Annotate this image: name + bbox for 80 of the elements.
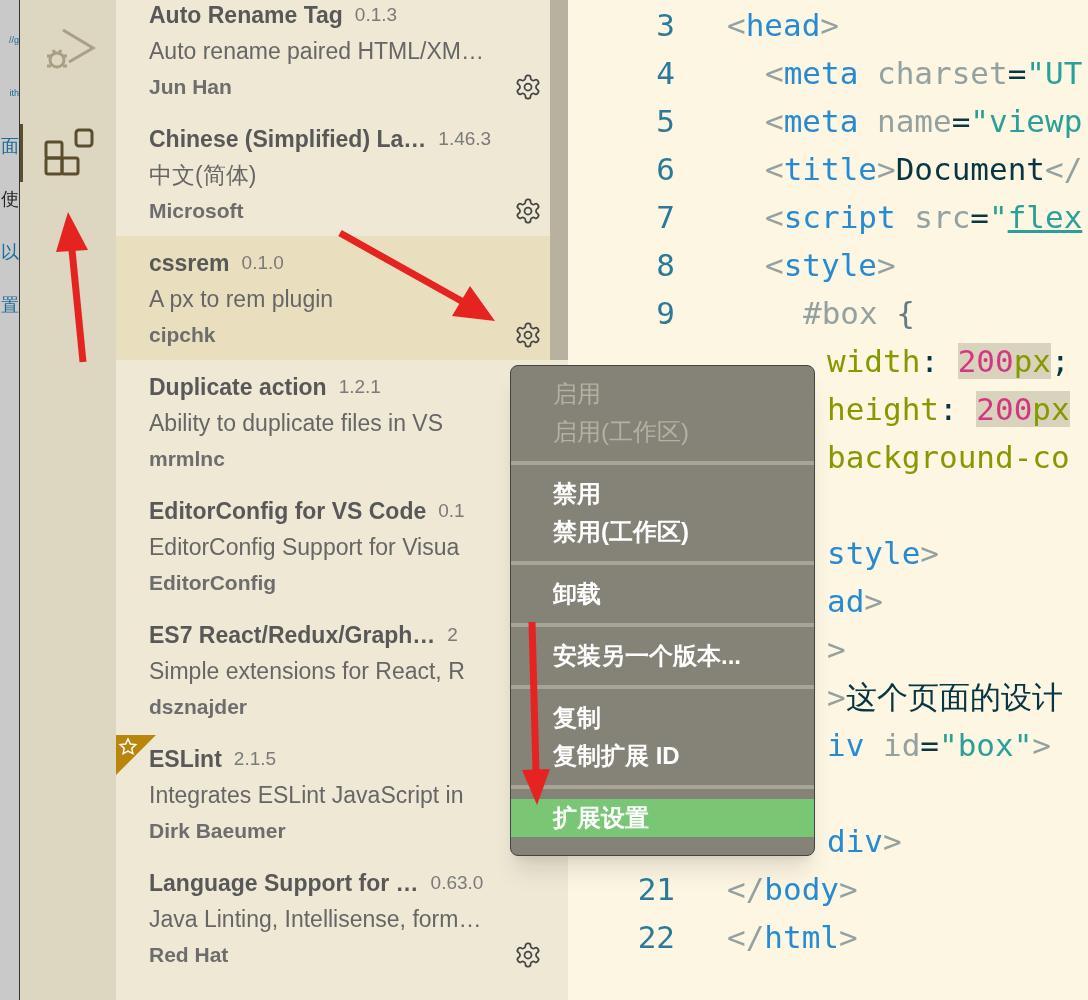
extension-publisher: cipchk	[149, 322, 216, 349]
line-number: 21	[637, 869, 675, 909]
extension-version: 0.1.0	[241, 250, 284, 275]
extension-description: A px to rem plugin	[149, 284, 334, 314]
code-line: width: 200px;	[827, 341, 1070, 381]
code-line: </html>	[727, 917, 858, 957]
code-line: #box {	[803, 293, 915, 333]
extension-version: 2.1.5	[233, 746, 277, 771]
settings-icon[interactable]	[514, 197, 542, 225]
line-number: 9	[656, 293, 675, 333]
extensions-icon[interactable]	[43, 128, 96, 178]
extension-item[interactable]: Language Support for … 0.63.0 Java Linting, Intellisense, form… Red Hat	[116, 856, 550, 980]
code-line: >	[827, 629, 846, 669]
code-line: <head>	[727, 5, 839, 45]
code-line: div>	[827, 821, 902, 861]
line-number: 22	[637, 917, 675, 957]
extension-name: Auto Rename Tag	[149, 0, 343, 30]
extension-name: EditorConfig for VS Code	[149, 496, 427, 526]
extension-name: Chinese (Simplified) La…	[149, 124, 427, 154]
menu-item[interactable]: 禁用(工作区)	[511, 513, 814, 551]
code-line: <meta charset="UT	[765, 53, 1083, 93]
extension-name: ES7 React/Redux/Graph…	[149, 620, 436, 650]
line-number: 5	[656, 101, 675, 141]
menu-item[interactable]: 安装另一个版本...	[511, 637, 814, 675]
settings-icon[interactable]	[514, 321, 542, 349]
extension-publisher: Dirk Baeumer	[149, 818, 286, 845]
line-number: 3	[656, 5, 675, 45]
extension-description: Java Linting, Intellisense, form…	[149, 904, 482, 934]
code-line: iv id="box">	[827, 725, 1051, 765]
code-line: <style>	[765, 245, 896, 285]
code-line: ad>	[827, 581, 883, 621]
text-fragment: //g	[9, 33, 19, 47]
text-fragment: 以	[1, 241, 19, 264]
extension-name: Duplicate action	[149, 372, 327, 402]
extension-version: 1.46.3	[438, 126, 492, 151]
extension-item[interactable]: Chinese (Simplified) La… 1.46.3 中文(简体) Microsoft	[116, 112, 550, 236]
extension-version: 2	[447, 622, 458, 647]
text-fragment: 置	[1, 294, 19, 317]
extension-publisher: Microsoft	[149, 198, 244, 225]
extension-publisher: dsznajder	[149, 694, 248, 721]
extension-publisher: mrmlnc	[149, 446, 225, 473]
code-line: <meta name="viewp	[765, 101, 1083, 141]
extension-name: cssrem	[149, 248, 230, 278]
scrollbar-thumb[interactable]	[550, 0, 568, 360]
line-number: 6	[656, 149, 675, 189]
extension-publisher: EditorConfig	[149, 570, 277, 597]
extension-version: 0.1.3	[354, 2, 398, 27]
extension-description: Ability to duplicate files in VS	[149, 408, 444, 438]
extension-item[interactable]: Auto Rename Tag 0.1.3 Auto rename paired HTML/XM… Jun Han	[116, 0, 550, 112]
menu-item[interactable]: 扩展设置	[511, 799, 814, 837]
extension-description: Integrates ESLint JavaScript in	[149, 780, 464, 810]
extension-name: Language Support for …	[149, 868, 419, 898]
extension-publisher: Jun Han	[149, 74, 232, 101]
text-fragment: 面	[1, 135, 19, 158]
text-fragment: ith	[9, 86, 19, 100]
extension-item[interactable]: cssrem 0.1.0 A px to rem plugin cipchk	[116, 236, 550, 360]
code-line: style>	[827, 533, 939, 573]
code-line: <script src="flex	[765, 197, 1083, 237]
extension-version: 1.2.1	[338, 374, 381, 399]
line-number: 7	[656, 197, 675, 237]
settings-icon[interactable]	[514, 73, 542, 101]
menu-item[interactable]: 禁用	[511, 475, 814, 513]
extension-name: ESLint	[149, 744, 222, 774]
settings-icon[interactable]	[514, 941, 542, 969]
extension-description: 中文(简体)	[149, 160, 257, 190]
extension-description: EditorConfig Support for Visua	[149, 532, 460, 562]
code-line: </body>	[727, 869, 858, 909]
line-number: 8	[656, 245, 675, 285]
extension-description: Auto rename paired HTML/XM…	[149, 36, 484, 66]
code-line: >这个页面的设计	[827, 677, 1063, 717]
extension-version: 0.63.0	[430, 870, 484, 895]
text-fragment: 使	[1, 188, 19, 211]
line-number: 4	[656, 53, 675, 93]
code-line: background-co	[827, 437, 1070, 477]
code-line: height: 200px	[827, 389, 1070, 429]
extension-version: 0.1	[438, 498, 465, 523]
extension-publisher: Red Hat	[149, 942, 229, 969]
extension-description: Simple extensions for React, R	[149, 656, 465, 686]
code-line: <title>Document</	[765, 149, 1083, 189]
menu-item[interactable]: 卸载	[511, 575, 814, 613]
